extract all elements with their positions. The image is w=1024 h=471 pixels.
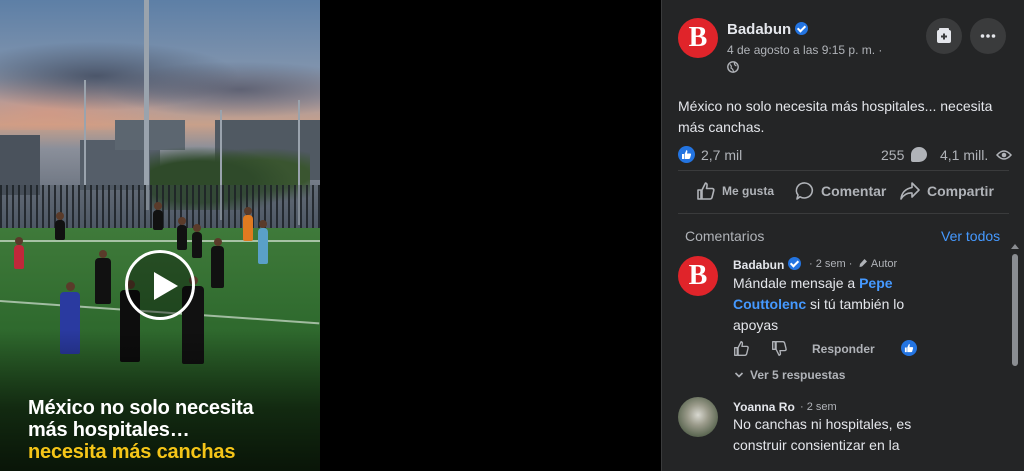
comment-meta: · 2 sem · Autor [809,258,897,270]
comment-text: Mándale mensaje a Pepe Couttolenc si tú … [733,273,943,336]
comment-author-name[interactable]: Yoanna Ro [733,400,795,414]
divider [678,213,1009,214]
comments-scrollbar[interactable] [1009,244,1021,471]
see-all-comments-link[interactable]: Ver todos [941,228,1000,244]
video-player-figure [192,224,202,258]
comment-author-name[interactable]: Badabun [733,258,784,272]
comment-bubble-icon [911,147,927,162]
video-player-figure [211,238,224,288]
video-light-pole [144,0,149,210]
comment-button[interactable]: Comentar [795,176,886,206]
chevron-down-icon [734,372,744,378]
page-avatar[interactable]: B [678,18,718,58]
video-clouds [0,40,320,130]
comment-time[interactable]: · 2 sem · [809,258,852,270]
comments-count[interactable]: 255 [881,147,904,163]
scroll-up-icon[interactable] [1011,244,1019,249]
comment-dislike-icon[interactable] [771,340,788,357]
more-options-button[interactable] [970,18,1006,54]
comment-text: No canchas ni hospitales, es construir c… [733,416,912,453]
video-player-figure [243,207,253,241]
author-badge: Autor [870,258,898,270]
more-horizontal-icon [980,34,996,38]
video-caption-line: más hospitales… [28,419,190,441]
video-player-figure [95,250,111,304]
comment-author-avatar[interactable] [678,397,718,437]
play-button[interactable] [125,250,195,320]
comment-icon [795,182,814,200]
share-icon [900,182,920,200]
comment-time[interactable]: · 2 sem [800,401,837,413]
facebook-video-post-viewer: México no solo necesita más hospitales… … [0,0,1024,471]
video-player[interactable]: México no solo necesita más hospitales… … [0,0,320,471]
view-replies-button[interactable]: Ver 5 respuestas [734,368,845,382]
like-reaction-icon[interactable] [678,146,695,163]
divider [678,170,1009,171]
video-caption-highlight: necesita más canchas [28,441,236,463]
microphone-icon [859,259,868,267]
reply-button[interactable]: Responder [812,342,875,356]
post-timestamp[interactable]: 4 de agosto a las 9:15 p. m. · [727,43,882,57]
verified-badge-icon [788,257,802,270]
video-player-figure [153,202,163,230]
comment-label: Comentar [821,183,887,199]
view-replies-label: Ver 5 respuestas [750,368,846,382]
post-stats: 2,7 mil 255 4,1 mill. [678,145,1012,165]
thumbs-up-icon [697,182,715,200]
like-label: Me gusta [722,184,775,198]
like-button[interactable]: Me gusta [696,176,774,206]
play-icon [154,272,178,300]
comment-author-avatar[interactable]: B [678,256,718,296]
globe-icon [727,61,739,73]
reactions-count[interactable]: 2,7 mil [701,147,742,163]
comment-text-before: Mándale mensaje a [733,275,856,291]
save-post-button[interactable] [926,18,962,54]
comment-like-reaction-icon[interactable] [901,340,917,356]
page-name-row: Badabun [727,21,809,38]
comment-actions: Responder [733,340,933,358]
video-caption: México no solo necesita más hospitales… … [28,397,318,463]
eye-icon [996,150,1012,160]
post-actions-bar: Me gusta Comentar Compartir [678,176,1009,206]
bookmark-add-icon [937,28,951,43]
verified-badge-icon [795,22,809,35]
share-button[interactable]: Compartir [899,176,994,206]
scrollbar-thumb[interactable] [1012,254,1018,366]
share-label: Compartir [927,183,994,199]
post-text: México no solo necesita más hospitales..… [678,98,993,135]
video-player-figure [258,220,268,264]
comments-header: Comentarios [685,228,765,244]
video-field-line [0,240,320,242]
views-count: 4,1 mill. [940,147,989,163]
post-side-panel: B Badabun 4 de agosto a las 9:15 p. m. ·… [661,0,1024,471]
video-player-figure [177,217,187,250]
video-caption-line: México no solo necesita [28,397,254,419]
video-player-figure [55,212,65,240]
comment-like-icon[interactable] [733,340,750,357]
page-name[interactable]: Badabun [727,21,791,38]
video-player-figure [14,237,24,269]
comment-author-name-row: Badabun [733,257,802,272]
